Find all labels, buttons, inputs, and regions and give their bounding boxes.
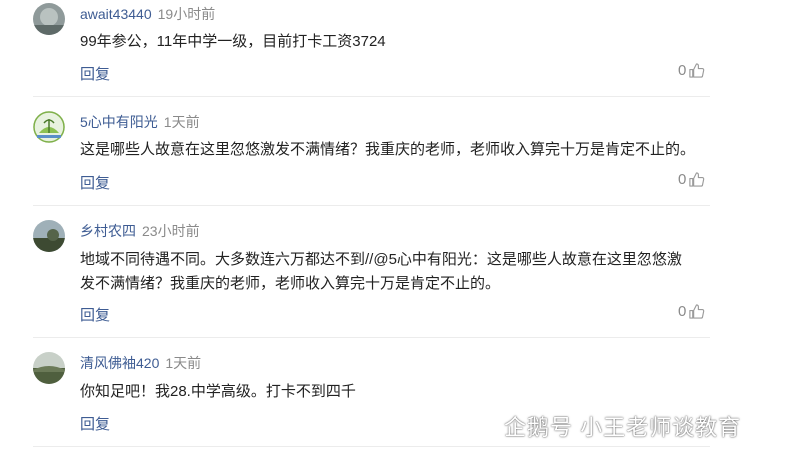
divider [33, 96, 710, 97]
divider [33, 205, 710, 206]
comment-time: 1天前 [163, 114, 200, 130]
reply-button[interactable]: 回复 [80, 63, 110, 84]
user-avatar[interactable] [33, 220, 65, 252]
username[interactable]: 清风佛袖420 [80, 355, 159, 371]
comment-text-line: 发不满情绪？我重庆的老师，老师收入算完十万是肯定不止的。 [80, 275, 501, 292]
comment-time: 23小时前 [142, 223, 200, 239]
reply-button[interactable]: 回复 [80, 413, 110, 434]
comment-text: 99年参公，11年中学一级，目前打卡工资3724 [80, 33, 386, 50]
comment-time: 19小时前 [157, 6, 216, 22]
watermark: 企鹅号 小王老师谈教育 [470, 410, 741, 442]
comment-time: 1天前 [165, 355, 202, 371]
comment-text: 这是哪些人故意在这里忽悠激发不满情绪？我重庆的老师，老师收入算完十万是肯定不止的… [80, 141, 696, 158]
thumbs-up-icon [689, 304, 705, 319]
thumbs-up-icon [689, 172, 705, 187]
comment-text: 地域不同待遇不同。大多数连六万都达不到//@5心中有阳光：这是哪些人故意在这里忽… [80, 248, 710, 296]
watermark-text: 企鹅号 小王老师谈教育 [504, 415, 742, 440]
reply-button[interactable]: 回复 [80, 304, 110, 325]
penguin-logo-icon [470, 411, 496, 440]
divider [33, 337, 710, 338]
user-avatar[interactable] [33, 3, 65, 35]
thumbs-up-icon [689, 63, 705, 78]
like-button[interactable]: 0 [678, 171, 705, 188]
like-count: 0 [678, 303, 687, 320]
username[interactable]: 5心中有阳光 [80, 114, 158, 130]
like-count: 0 [678, 62, 687, 79]
like-count: 0 [678, 171, 687, 188]
username[interactable]: await43440 [80, 6, 152, 22]
user-avatar[interactable] [33, 352, 65, 384]
like-button[interactable]: 0 [678, 62, 705, 79]
reply-button[interactable]: 回复 [80, 172, 110, 193]
comment-text: 你知足吧！我28.中学高级。打卡不到四千 [80, 383, 356, 400]
comment-text-line: 地域不同待遇不同。大多数连六万都达不到//@5心中有阳光：这是哪些人故意在这里忽… [80, 251, 682, 268]
user-avatar[interactable] [33, 111, 65, 143]
username[interactable]: 乡村农四 [80, 223, 136, 239]
like-button[interactable]: 0 [678, 303, 705, 320]
divider [33, 446, 710, 447]
